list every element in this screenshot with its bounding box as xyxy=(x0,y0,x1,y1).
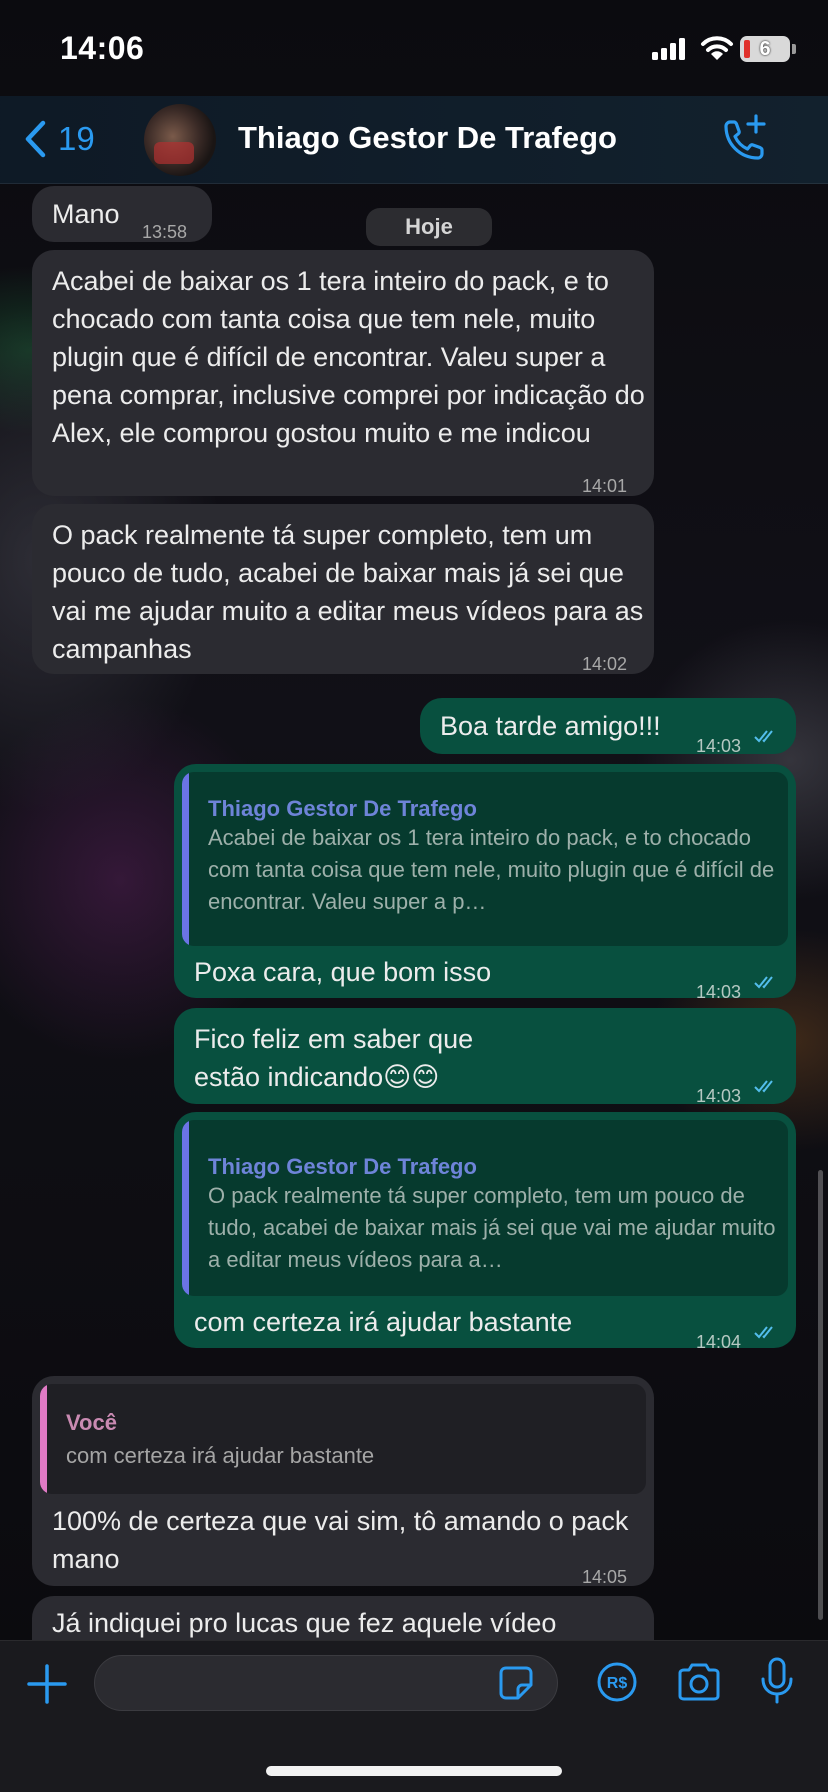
avatar[interactable] xyxy=(144,104,216,176)
date-separator: Hoje xyxy=(366,208,492,246)
message-bubble-incoming[interactable]: O pack realmente tá super completo, tem … xyxy=(32,504,654,674)
quoted-message[interactable]: Thiago Gestor De Trafego Acabei de baixa… xyxy=(182,772,788,946)
chat-header: 19 Thiago Gestor De Trafego xyxy=(0,96,828,184)
message-time: 14:02 xyxy=(582,654,628,674)
read-ticks-icon xyxy=(754,1080,773,1093)
mic-icon[interactable] xyxy=(760,1657,794,1705)
message-bubble-outgoing[interactable]: Boa tarde amigo!!! 14:03 xyxy=(420,698,796,756)
back-chevron-icon xyxy=(25,120,46,158)
quote-text: O pack realmente tá super completo, tem … xyxy=(208,1183,776,1272)
svg-text:R$: R$ xyxy=(607,1675,628,1692)
unread-chats-count: 19 xyxy=(58,120,95,157)
back-button[interactable]: 19 xyxy=(22,114,95,164)
message-time: 13:58 xyxy=(142,222,188,242)
message-input[interactable] xyxy=(94,1655,558,1711)
message-time: 14:03 xyxy=(696,736,742,756)
quoted-message[interactable]: Thiago Gestor De Trafego O pack realment… xyxy=(182,1120,788,1296)
signal-icon xyxy=(652,38,685,60)
message-text: com certeza irá ajudar bastante xyxy=(194,1307,573,1337)
scroll-indicator[interactable] xyxy=(818,1170,823,1620)
message-text: Acabei de baixar os 1 tera inteiro do pa… xyxy=(52,266,645,448)
read-ticks-icon xyxy=(754,976,773,989)
quote-accent-bar xyxy=(40,1384,47,1494)
message-bubble-incoming[interactable]: Você com certeza irá ajudar bastante 100… xyxy=(32,1376,654,1587)
message-text: 100% de certeza que vai sim, tô amando o… xyxy=(52,1506,629,1574)
payment-icon[interactable]: R$ xyxy=(596,1661,638,1703)
battery-level: 6 xyxy=(759,38,771,60)
camera-icon[interactable] xyxy=(676,1663,722,1701)
read-ticks-icon xyxy=(754,1326,773,1339)
quote-text: com certeza irá ajudar bastante xyxy=(66,1443,375,1468)
sticker-icon[interactable] xyxy=(498,1665,534,1701)
message-bubble-outgoing[interactable]: Thiago Gestor De Trafego O pack realment… xyxy=(174,1112,796,1352)
plus-icon[interactable] xyxy=(26,1663,68,1705)
message-time: 14:04 xyxy=(696,1332,742,1352)
message-text: Poxa cara, que bom isso xyxy=(194,957,492,987)
quote-accent-bar xyxy=(182,1120,189,1296)
status-bar: 14:06 6 xyxy=(0,0,828,96)
message-bubble-incoming[interactable]: Acabei de baixar os 1 tera inteiro do pa… xyxy=(32,250,654,496)
message-text: O pack realmente tá super completo, tem … xyxy=(52,520,644,664)
quote-author: Você xyxy=(66,1410,117,1435)
message-text: Fico feliz em saber que estão indicando😊… xyxy=(194,1024,474,1092)
chat-title[interactable]: Thiago Gestor De Trafego xyxy=(238,120,617,156)
battery-indicator: 6 xyxy=(740,36,790,62)
message-text: Mano xyxy=(52,199,120,229)
message-bubble-incoming[interactable]: Mano 13:58 xyxy=(32,186,212,242)
message-time: 14:01 xyxy=(582,476,628,496)
battery-nub xyxy=(792,44,796,54)
quote-accent-bar xyxy=(182,772,189,946)
wifi-icon xyxy=(701,36,733,60)
home-indicator[interactable] xyxy=(266,1766,562,1776)
status-time: 14:06 xyxy=(60,30,145,66)
message-bubble-outgoing[interactable]: Thiago Gestor De Trafego Acabei de baixa… xyxy=(174,764,796,1002)
message-time: 14:03 xyxy=(696,982,742,1002)
quoted-message[interactable]: Você com certeza irá ajudar bastante xyxy=(40,1384,646,1494)
message-time: 14:03 xyxy=(696,1086,742,1106)
message-text: Boa tarde amigo!!! xyxy=(440,711,661,741)
read-ticks-icon xyxy=(754,730,773,743)
quote-text: Acabei de baixar os 1 tera inteiro do pa… xyxy=(208,825,775,914)
add-call-icon[interactable] xyxy=(716,114,768,164)
message-text: Já indiquei pro lucas que fez aquele víd… xyxy=(52,1608,557,1638)
message-bubble-outgoing[interactable]: Fico feliz em saber que estão indicando😊… xyxy=(174,1008,796,1106)
message-time: 14:05 xyxy=(582,1567,628,1587)
